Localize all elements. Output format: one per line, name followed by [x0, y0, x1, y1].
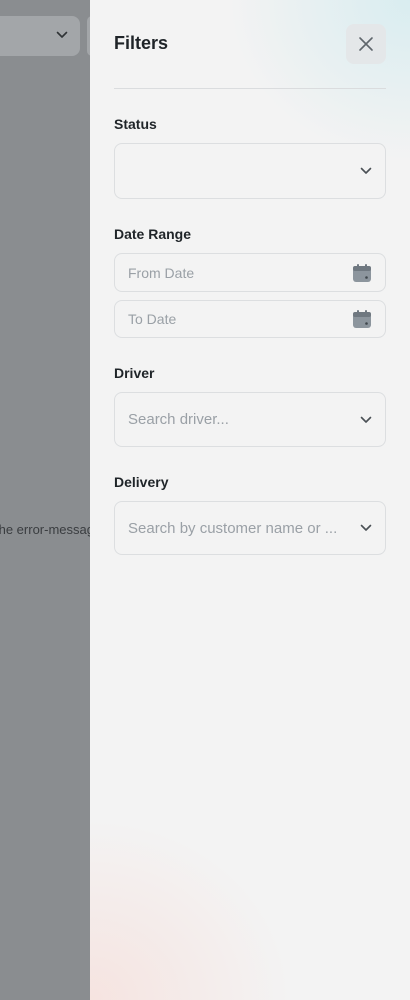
calendar-icon[interactable] [352, 263, 372, 283]
chevron-down-icon [56, 31, 68, 38]
filters-drawer: Filters Status Date Range From Date To D… [90, 0, 410, 1000]
drawer-header: Filters [114, 24, 386, 64]
chevron-down-icon [360, 416, 372, 423]
driver-placeholder: Search driver... [128, 411, 229, 428]
close-icon [359, 37, 373, 51]
date-range-label: Date Range [114, 226, 192, 242]
status-select[interactable] [114, 143, 386, 199]
delivery-select[interactable]: Search by customer name or ... [114, 501, 386, 555]
background-error-text: the error-message [0, 522, 90, 537]
from-date-input[interactable]: From Date [114, 253, 386, 292]
to-date-placeholder: To Date [128, 311, 177, 327]
to-date-input[interactable]: To Date [114, 300, 386, 338]
close-button[interactable] [346, 24, 386, 64]
delivery-placeholder: Search by customer name or ... [128, 519, 338, 537]
delivery-label: Delivery [114, 474, 169, 490]
chevron-down-icon [360, 167, 372, 174]
driver-select[interactable]: Search driver... [114, 392, 386, 447]
background-select[interactable] [0, 16, 80, 56]
calendar-icon[interactable] [352, 309, 372, 329]
from-date-placeholder: From Date [128, 264, 195, 281]
driver-label: Driver [114, 365, 155, 381]
chevron-down-icon [360, 524, 372, 531]
header-divider [114, 88, 386, 89]
status-label: Status [114, 116, 157, 132]
drawer-title: Filters [114, 33, 169, 53]
